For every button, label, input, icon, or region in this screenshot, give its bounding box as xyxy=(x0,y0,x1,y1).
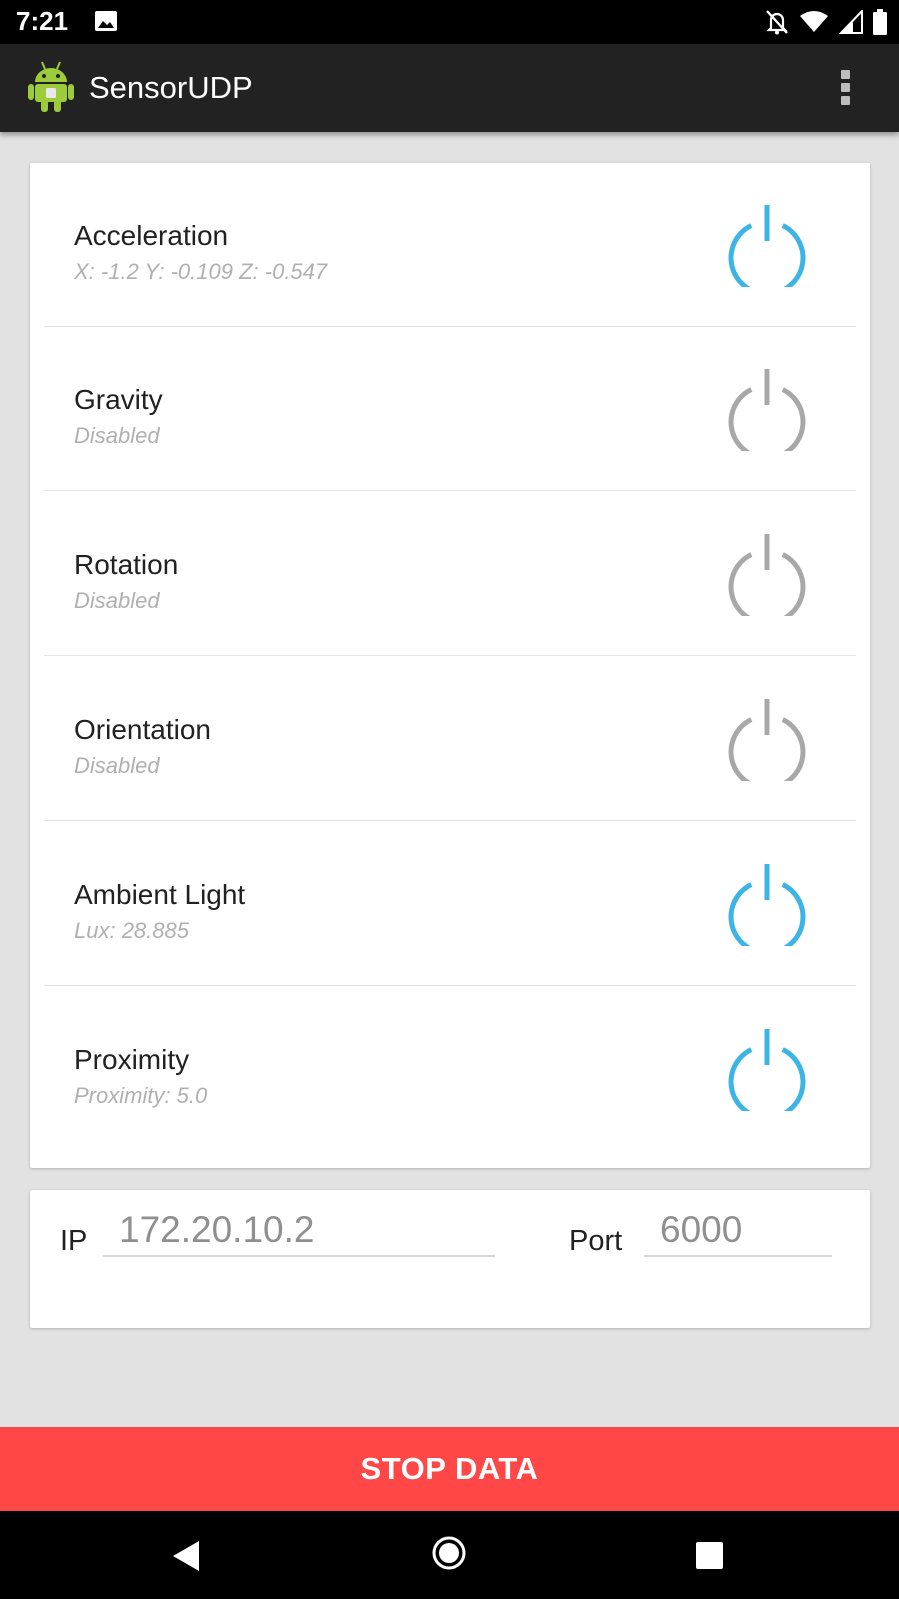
overflow-menu-icon[interactable] xyxy=(835,68,859,108)
port-input[interactable] xyxy=(644,1205,832,1257)
navigation-bar xyxy=(0,1511,899,1599)
power-toggle-icon[interactable] xyxy=(726,369,808,461)
app-title: SensorUDP xyxy=(89,70,253,105)
power-toggle-icon[interactable] xyxy=(726,205,808,297)
battery-icon xyxy=(873,9,887,40)
recents-icon[interactable] xyxy=(696,1542,723,1569)
alarm-off-icon xyxy=(765,9,789,40)
sensor-name: Gravity xyxy=(74,384,163,415)
wifi-icon xyxy=(799,10,829,39)
sensor-list-card: Acceleration X: -1.2 Y: -0.109 Z: -0.547… xyxy=(30,163,870,1168)
port-label: Port xyxy=(569,1225,623,1257)
home-icon[interactable] xyxy=(432,1536,466,1575)
sensor-row-acceleration: Acceleration X: -1.2 Y: -0.109 Z: -0.547 xyxy=(44,163,856,327)
sensor-name: Rotation xyxy=(74,549,179,580)
sensor-name: Proximity xyxy=(74,1044,190,1075)
divider xyxy=(44,820,856,821)
divider xyxy=(44,490,856,491)
status-bar: 7:21 xyxy=(0,0,899,44)
sensor-name: Ambient Light xyxy=(74,879,246,910)
divider xyxy=(44,985,856,986)
power-toggle-icon[interactable] xyxy=(726,864,808,956)
power-toggle-icon[interactable] xyxy=(726,699,808,791)
sensor-status: Proximity: 5.0 xyxy=(74,1083,208,1108)
stop-data-button[interactable]: STOP DATA xyxy=(0,1427,899,1511)
sensor-status: X: -1.2 Y: -0.109 Z: -0.547 xyxy=(74,259,328,284)
sensor-name: Orientation xyxy=(74,714,211,745)
network-settings-card: IP Port xyxy=(30,1190,870,1328)
sensor-row-ambient-light: Ambient Light Lux: 28.885 xyxy=(44,822,856,986)
power-toggle-icon[interactable] xyxy=(726,1029,808,1121)
back-icon[interactable] xyxy=(173,1541,199,1576)
sensor-row-orientation: Orientation Disabled xyxy=(44,657,856,821)
sensor-status: Disabled xyxy=(74,588,160,613)
sensor-status: Disabled xyxy=(74,423,160,448)
ip-input[interactable] xyxy=(103,1205,495,1257)
sensor-status: Lux: 28.885 xyxy=(74,918,189,943)
status-time: 7:21 xyxy=(16,6,69,36)
sensor-row-rotation: Rotation Disabled xyxy=(44,492,856,656)
sensor-row-gravity: Gravity Disabled xyxy=(44,327,856,491)
app-bar: SensorUDP xyxy=(0,44,899,132)
sensor-row-proximity: Proximity Proximity: 5.0 xyxy=(44,987,856,1151)
divider xyxy=(44,655,856,656)
ip-label: IP xyxy=(60,1225,88,1257)
sensor-status: Disabled xyxy=(74,753,160,778)
sensor-name: Acceleration xyxy=(74,220,229,251)
power-toggle-icon[interactable] xyxy=(726,534,808,626)
cell-signal-icon xyxy=(838,8,863,39)
android-robot-icon xyxy=(28,60,74,117)
image-notification-icon xyxy=(95,11,117,36)
